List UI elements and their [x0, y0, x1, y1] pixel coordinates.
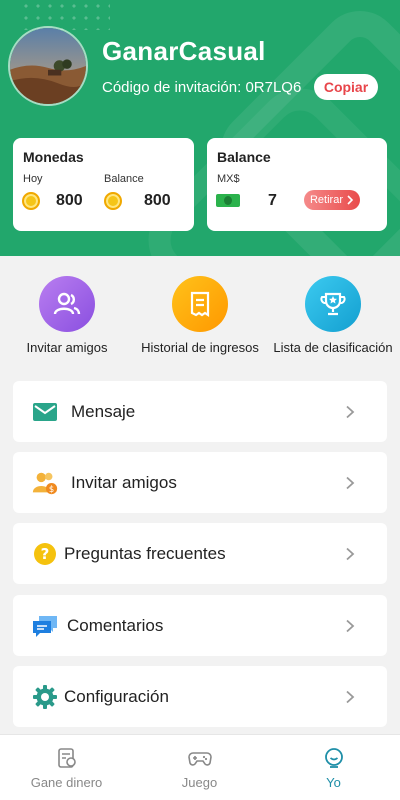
balance-card-title: Balance [217, 149, 271, 165]
chevron-right-icon [346, 690, 355, 703]
avatar[interactable] [8, 26, 88, 106]
menu-label: Preguntas frecuentes [64, 543, 226, 563]
chevron-right-icon [346, 405, 355, 418]
chat-bubbles-icon [31, 612, 59, 640]
profile-icon [324, 748, 343, 768]
gamepad-icon [187, 752, 212, 766]
question-icon: ? [31, 540, 59, 568]
bottom-nav: Gane dinero Juego Yo [0, 734, 400, 800]
invite-code-value: 0R7LQ6 [245, 79, 302, 96]
chevron-right-icon [346, 619, 355, 632]
coins-today-value: 800 [56, 192, 83, 209]
invite-code-row: Código de invitación: 0R7LQ6 [102, 79, 301, 96]
coins-balance-label: Balance [104, 173, 144, 185]
coins-balance-value: 800 [144, 192, 171, 209]
chevron-right-icon [346, 476, 355, 489]
avatar-image [10, 28, 86, 104]
menu-item-feedback[interactable]: Comentarios [13, 595, 387, 656]
earn-icon [57, 748, 76, 768]
menu-item-settings[interactable]: Configuración [13, 666, 387, 727]
shortcut-label: Lista de clasificación [273, 340, 393, 355]
coin-icon [22, 192, 40, 210]
coins-card-title: Monedas [23, 149, 84, 165]
nav-label: Gane dinero [30, 775, 103, 790]
withdraw-label: Retirar [309, 194, 343, 206]
balance-card: Balance MX$ [207, 138, 387, 231]
chevron-right-icon [347, 195, 354, 205]
cash-icon [216, 194, 240, 207]
header-dots [20, 0, 110, 30]
withdraw-button[interactable]: Retirar [304, 190, 360, 210]
menu-label: Configuración [64, 686, 169, 706]
shortcut-label: Invitar amigos [26, 340, 108, 355]
users-coin-icon: $ [31, 469, 59, 497]
envelope-icon [31, 398, 59, 426]
nav-tab-game[interactable]: Juego [133, 735, 266, 800]
coin-icon [104, 192, 122, 210]
nav-tab-earn-money[interactable]: Gane dinero [0, 735, 133, 800]
invite-code-label: Código de invitación: [102, 79, 242, 96]
invite-friends-icon [39, 276, 95, 332]
shortcut-label: Historial de ingresos [141, 340, 259, 355]
trophy-icon [305, 276, 361, 332]
chevron-right-icon [346, 547, 355, 560]
shortcut-leaderboard[interactable]: Lista de clasificación [270, 276, 396, 355]
menu-label: Invitar amigos [71, 472, 177, 492]
menu-item-faq[interactable]: ? Preguntas frecuentes [13, 523, 387, 584]
username: GanarCasual [102, 36, 266, 66]
menu-item-invite-friends[interactable]: $ Invitar amigos [13, 452, 387, 513]
svg-text:$: $ [49, 483, 54, 493]
balance-currency-label: MX$ [217, 173, 240, 185]
balance-value: 7 [268, 192, 277, 209]
menu-item-message[interactable]: Mensaje [13, 381, 387, 442]
coins-card: Monedas Hoy Balance [13, 138, 194, 231]
nav-label: Juego [181, 775, 218, 790]
shortcut-invite-friends[interactable]: Invitar amigos [22, 276, 112, 355]
gear-icon [31, 683, 59, 711]
menu-label: Mensaje [71, 401, 136, 421]
receipt-icon [172, 276, 228, 332]
shortcut-income-history[interactable]: Historial de ingresos [138, 276, 262, 355]
svg-text:?: ? [41, 545, 50, 563]
nav-label: Yo [326, 775, 341, 790]
nav-tab-me[interactable]: Yo [267, 735, 400, 800]
coins-today-label: Hoy [23, 173, 43, 185]
menu-label: Comentarios [67, 615, 164, 635]
copy-button[interactable]: Copiar [314, 74, 378, 100]
